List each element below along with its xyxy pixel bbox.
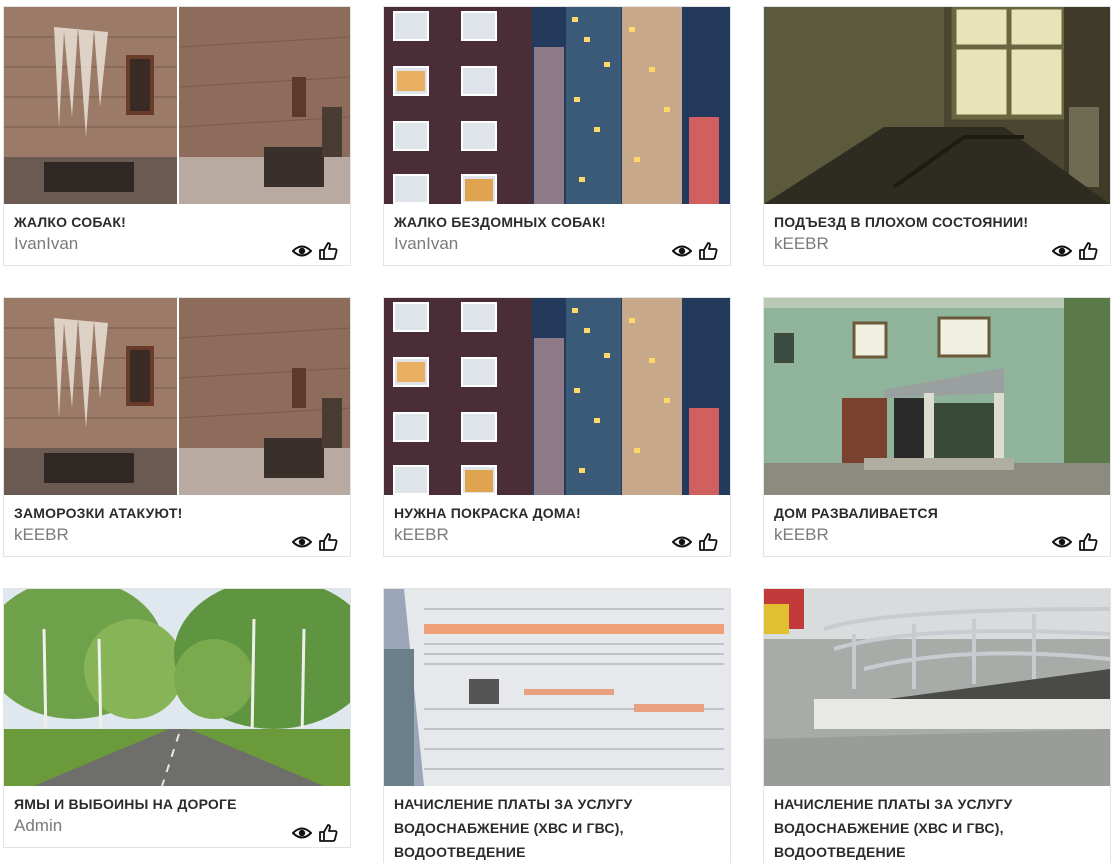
card-title[interactable]: ЖАЛКО СОБАК!	[14, 210, 342, 234]
problem-card[interactable]: ПОДЪЕЗД В ПЛОХОМ СОСТОЯНИИ! kEEBR	[763, 6, 1111, 266]
card-title[interactable]: НАЧИСЛЕНИЕ ПЛАТЫ ЗА УСЛУГУ ВОДОСНАБЖЕНИЕ…	[394, 792, 722, 863]
eye-icon[interactable]	[292, 824, 312, 842]
thumbs-up-icon[interactable]	[698, 533, 718, 551]
eye-icon[interactable]	[672, 242, 692, 260]
card-author: kEEBR	[394, 525, 449, 544]
card-image-utility-bill[interactable]	[384, 589, 730, 786]
card-author: IvanIvan	[14, 234, 79, 253]
cards-grid: ЖАЛКО СОБАК! IvanIvan ЖАЛКО БЕЗДОМНЫХ СО…	[0, 0, 1115, 863]
thumbs-up-icon[interactable]	[1078, 533, 1098, 551]
card-image-icicle-wall[interactable]	[4, 7, 350, 204]
problem-card[interactable]: ЗАМОРОЗКИ АТАКУЮТ! kEEBR	[3, 297, 351, 557]
card-image-apartment-tower[interactable]	[384, 298, 730, 495]
card-image-crumbling-house[interactable]	[764, 298, 1110, 495]
problem-card[interactable]: ДОМ РАЗВАЛИВАЕТСЯ kEEBR	[763, 297, 1111, 557]
card-title[interactable]: ЯМЫ И ВЫБОИНЫ НА ДОРОГЕ	[14, 792, 342, 816]
eye-icon[interactable]	[292, 242, 312, 260]
card-title[interactable]: ПОДЪЕЗД В ПЛОХОМ СОСТОЯНИИ!	[774, 210, 1102, 234]
thumbs-up-icon[interactable]	[318, 824, 338, 842]
problem-card[interactable]: ЖАЛКО БЕЗДОМНЫХ СОБАК! IvanIvan	[383, 6, 731, 266]
card-author: Admin	[14, 816, 63, 835]
card-image-ramp-railing[interactable]	[764, 589, 1110, 786]
problem-card[interactable]: НАЧИСЛЕНИЕ ПЛАТЫ ЗА УСЛУГУ ВОДОСНАБЖЕНИЕ…	[763, 588, 1111, 863]
eye-icon[interactable]	[672, 533, 692, 551]
eye-icon[interactable]	[1052, 242, 1072, 260]
card-title[interactable]: ДОМ РАЗВАЛИВАЕТСЯ	[774, 501, 1102, 525]
card-author: kEEBR	[774, 525, 829, 544]
problem-card[interactable]: ЯМЫ И ВЫБОИНЫ НА ДОРОГЕ Admin	[3, 588, 351, 848]
card-title[interactable]: НУЖНА ПОКРАСКА ДОМА!	[394, 501, 722, 525]
card-image-apartment-tower[interactable]	[384, 7, 730, 204]
thumbs-up-icon[interactable]	[318, 242, 338, 260]
card-author: kEEBR	[774, 234, 829, 253]
thumbs-up-icon[interactable]	[698, 242, 718, 260]
card-title[interactable]: НАЧИСЛЕНИЕ ПЛАТЫ ЗА УСЛУГУ ВОДОСНАБЖЕНИЕ…	[774, 792, 1102, 863]
card-image-icicle-wall[interactable]	[4, 298, 350, 495]
card-image-stairwell[interactable]	[764, 7, 1110, 204]
eye-icon[interactable]	[1052, 533, 1072, 551]
eye-icon[interactable]	[292, 533, 312, 551]
card-image-birch-road[interactable]	[4, 589, 350, 786]
problem-card[interactable]: НУЖНА ПОКРАСКА ДОМА! kEEBR	[383, 297, 731, 557]
card-author: kEEBR	[14, 525, 69, 544]
problem-card[interactable]: ЖАЛКО СОБАК! IvanIvan	[3, 6, 351, 266]
thumbs-up-icon[interactable]	[1078, 242, 1098, 260]
card-title[interactable]: ЗАМОРОЗКИ АТАКУЮТ!	[14, 501, 342, 525]
thumbs-up-icon[interactable]	[318, 533, 338, 551]
card-title[interactable]: ЖАЛКО БЕЗДОМНЫХ СОБАК!	[394, 210, 722, 234]
card-author: IvanIvan	[394, 234, 459, 253]
problem-card[interactable]: НАЧИСЛЕНИЕ ПЛАТЫ ЗА УСЛУГУ ВОДОСНАБЖЕНИЕ…	[383, 588, 731, 863]
